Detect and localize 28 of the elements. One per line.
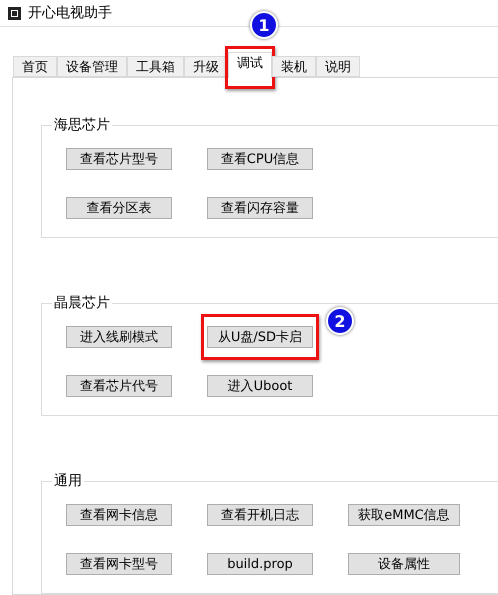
window-title: 开心电视助手: [28, 4, 112, 22]
tab[interactable]: 工具箱: [127, 56, 184, 77]
group-title: 晶晨芯片: [53, 294, 111, 312]
action-button[interactable]: 查看芯片型号: [66, 148, 172, 170]
tab[interactable]: 首页: [13, 56, 57, 77]
tab[interactable]: 说明: [316, 56, 360, 77]
action-button[interactable]: build.prop: [207, 553, 313, 575]
step-marker: 2: [326, 307, 354, 335]
group-title: 通用: [53, 472, 83, 490]
tab[interactable]: 设备管理: [57, 56, 127, 77]
action-button[interactable]: 获取eMMC信息: [348, 504, 460, 526]
action-button[interactable]: 从U盘/SD卡启: [207, 326, 313, 348]
action-button[interactable]: 设备属性: [348, 553, 460, 575]
action-button[interactable]: 进入Uboot: [207, 375, 313, 397]
action-button[interactable]: 进入线刷模式: [66, 326, 172, 348]
group-title: 海思芯片: [53, 116, 111, 134]
action-button[interactable]: 查看分区表: [66, 197, 172, 219]
step-marker: 1: [250, 11, 278, 39]
action-button[interactable]: 查看网卡信息: [66, 504, 172, 526]
action-button[interactable]: 查看网卡型号: [66, 553, 172, 575]
tab[interactable]: 升级: [184, 56, 228, 77]
action-button[interactable]: 查看闪存容量: [207, 197, 313, 219]
app-icon: [8, 6, 21, 20]
action-button[interactable]: 查看芯片代号: [66, 375, 172, 397]
tab[interactable]: 调试: [228, 52, 272, 78]
action-button[interactable]: 查看CPU信息: [207, 148, 313, 170]
action-button[interactable]: 查看开机日志: [207, 504, 313, 526]
tab[interactable]: 装机: [272, 56, 316, 77]
